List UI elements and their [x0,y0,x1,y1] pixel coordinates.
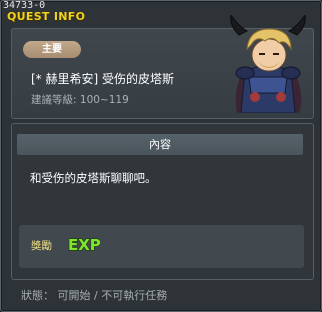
recommended-level-label: 建議等級 [31,94,73,106]
quest-name: [* 赫里希安] 受伤的皮塔斯 [31,72,174,86]
reward-panel [19,225,304,268]
quest-description: 和受伤的皮塔斯聊聊吧。 [30,171,157,185]
armored-knight-portrait-icon [230,15,306,113]
content-section-header: 內容 [17,134,303,155]
recommended-level-range: 100~119 [79,94,129,106]
quest-info-window: 34733-0 QUEST INFO 主要 [* 赫里希安] 受伤的皮塔斯 建議… [0,0,322,312]
level-separator: : [73,94,80,106]
recommended-level: 建議等級: 100~119 [31,92,129,107]
quest-status: 狀態： 可開始 / 不可執行任務 [21,289,168,302]
reward-label: 獎勵 [31,240,52,252]
exp-icon-text: EXP [68,236,100,253]
exp-icon: EXP [67,235,100,253]
window-title: QUEST INFO [7,10,86,23]
quest-type-badge: 主要 [23,41,81,58]
